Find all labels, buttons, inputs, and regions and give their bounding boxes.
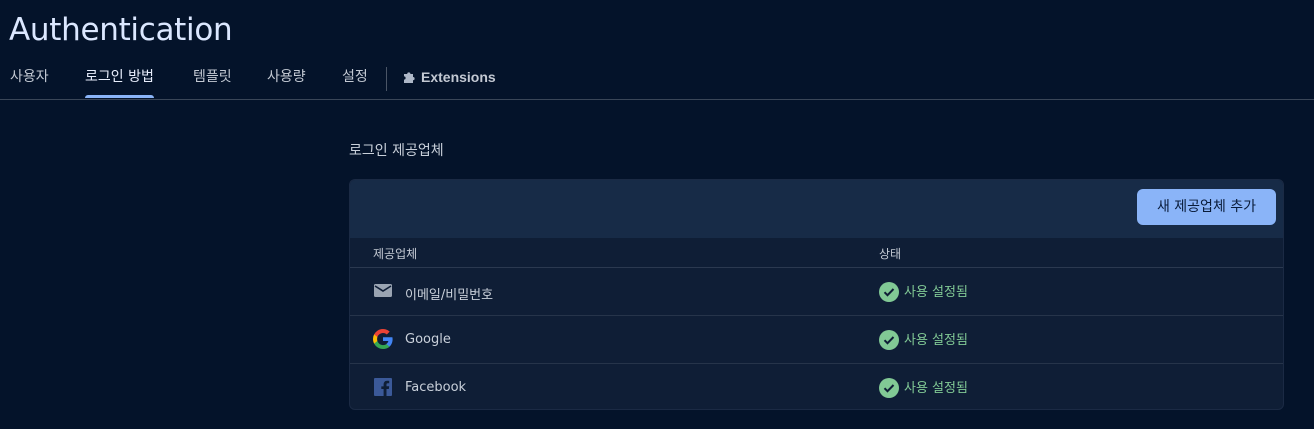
status-text: 사용 설정됨	[904, 285, 968, 300]
tab-label: 설정	[342, 69, 368, 85]
check-circle-icon	[879, 282, 899, 302]
status-badge: 사용 설정됨	[879, 329, 968, 350]
tab-label: 사용량	[267, 69, 306, 85]
column-header-provider: 제공업체	[373, 247, 418, 261]
facebook-icon	[373, 377, 393, 397]
status-badge: 사용 설정됨	[879, 281, 968, 302]
table-header: 제공업체 상태	[350, 238, 1283, 268]
tab-settings[interactable]: 설정	[342, 60, 368, 98]
check-circle-icon	[879, 330, 899, 350]
tab-divider	[386, 67, 387, 91]
tab-extensions[interactable]: Extensions	[402, 60, 496, 98]
provider-name: Facebook	[405, 380, 467, 395]
tab-sign-in-method[interactable]: 로그인 방법	[85, 60, 154, 98]
check-circle-icon	[879, 378, 899, 398]
providers-card: 새 제공업체 추가 제공업체 상태 이메일/비밀번호 사용 설정됨 Google…	[349, 179, 1284, 410]
tab-label: Extensions	[421, 69, 496, 85]
google-icon	[372, 329, 393, 350]
status-text: 사용 설정됨	[904, 381, 968, 396]
table-row[interactable]: Google 사용 설정됨	[350, 316, 1283, 364]
provider-name: 이메일/비밀번호	[405, 288, 494, 303]
page-title: Authentication	[9, 12, 233, 48]
tab-users[interactable]: 사용자	[10, 60, 49, 98]
card-toolbar: 새 제공업체 추가	[350, 180, 1283, 238]
mail-icon	[373, 281, 393, 301]
tab-usage[interactable]: 사용량	[267, 60, 306, 98]
table-row[interactable]: Facebook 사용 설정됨	[350, 364, 1283, 409]
puzzle-icon	[404, 72, 415, 83]
status-badge: 사용 설정됨	[879, 377, 968, 398]
column-header-status: 상태	[879, 247, 902, 261]
tab-label: 로그인 방법	[85, 69, 154, 85]
active-tab-indicator	[85, 95, 154, 98]
table-row[interactable]: 이메일/비밀번호 사용 설정됨	[350, 268, 1283, 316]
tab-label: 사용자	[10, 69, 49, 85]
section-title: 로그인 제공업체	[349, 143, 444, 159]
tab-templates[interactable]: 템플릿	[193, 60, 232, 98]
provider-name: Google	[405, 332, 451, 347]
status-text: 사용 설정됨	[904, 333, 968, 348]
tab-label: 템플릿	[193, 69, 232, 85]
add-provider-button[interactable]: 새 제공업체 추가	[1137, 189, 1276, 225]
tab-bar: 사용자 로그인 방법 템플릿 사용량 설정 Extensions	[0, 60, 1314, 100]
